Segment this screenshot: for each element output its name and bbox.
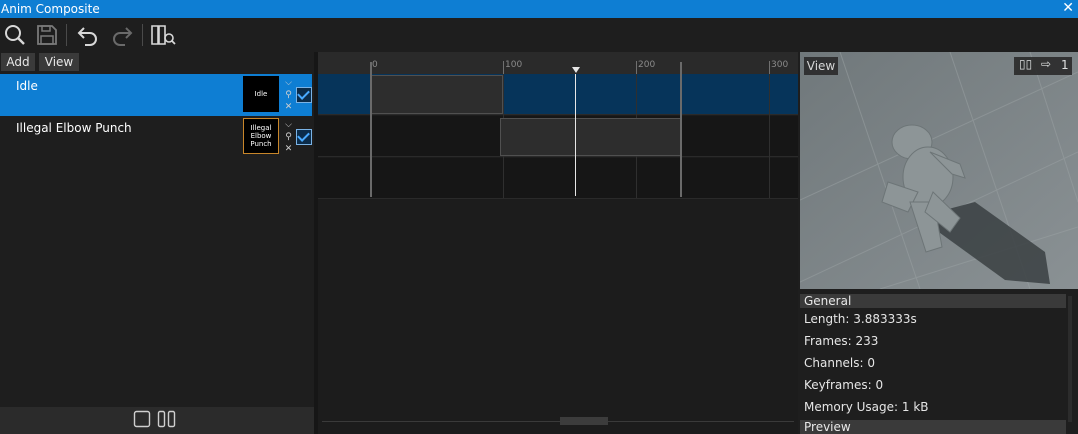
track-list-footer (0, 407, 316, 434)
track-actions: ⌵ ⚲ ✕ (283, 118, 295, 156)
undo-icon (77, 27, 97, 46)
docs-button[interactable] (150, 23, 176, 47)
window-title: Anim Composite (1, 2, 100, 16)
ruler-label: 200 (638, 60, 656, 70)
save-icon (37, 25, 57, 45)
grid-line (769, 74, 770, 198)
section-header-general[interactable]: General (800, 294, 1066, 308)
track-name: Idle (16, 79, 38, 93)
section-header-preview[interactable]: Preview (800, 420, 1066, 434)
track-enabled-checkbox[interactable] (296, 87, 312, 103)
clip-idle[interactable] (371, 75, 503, 114)
playback-speed-value[interactable]: 1 (1061, 58, 1069, 72)
add-menu-button[interactable]: Add (1, 53, 35, 71)
preview-viewport[interactable]: View ▯▯ ⇨ 1 (800, 52, 1078, 289)
close-icon[interactable]: ✕ (283, 144, 294, 154)
track-thumbnail: Illegal Elbow Punch (243, 118, 279, 154)
preview-scene (800, 52, 1078, 289)
playback-controls: ▯▯ ⇨ 1 (1014, 57, 1072, 75)
pause-icon[interactable]: ▯▯ (1019, 57, 1032, 71)
track-thumbnail: Idle (243, 76, 279, 112)
properties-scrollbar[interactable] (1068, 296, 1072, 422)
ruler-tick (503, 61, 504, 74)
timeline-lane-empty (318, 158, 798, 199)
chevron-down-icon[interactable]: ⌵ (283, 120, 294, 130)
redo-icon (113, 27, 133, 46)
track-row-illegal-elbow-punch[interactable]: Illegal Elbow Punch Illegal Elbow Punch … (0, 116, 312, 158)
search-button[interactable] (3, 23, 27, 47)
search-icon (5, 25, 25, 45)
property-length: Length: 3.883333s (804, 312, 917, 326)
track-menu: Add View (0, 52, 316, 72)
timeline[interactable]: 0 100 200 300 (318, 52, 798, 434)
property-frames: Frames: 233 (804, 334, 879, 348)
ruler-label: 100 (505, 60, 523, 70)
ruler-tick (769, 61, 770, 74)
properties-panel: General Length: 3.883333s Frames: 233 Ch… (800, 292, 1078, 434)
track-list: Idle Idle ⌵ ⚲ ✕ Illegal Elbow Punch Ille… (0, 74, 316, 407)
search-icon[interactable]: ⚲ (283, 90, 294, 100)
clip-illegal-elbow-punch[interactable] (500, 118, 682, 156)
square-icon[interactable] (133, 410, 151, 428)
split-view-icon[interactable] (157, 410, 177, 428)
track-name: Illegal Elbow Punch (16, 121, 132, 135)
thumbnail-text: Illegal Elbow Punch (250, 124, 272, 148)
title-bar: Anim Composite ✕ (0, 0, 1078, 18)
timeline-start-marker[interactable] (370, 62, 372, 197)
track-enabled-checkbox[interactable] (296, 129, 312, 145)
playhead-handle[interactable] (572, 67, 580, 73)
arrow-right-icon[interactable]: ⇨ (1041, 57, 1051, 71)
toolbar (0, 18, 1078, 52)
toolbar-separator (142, 24, 143, 46)
track-row-idle[interactable]: Idle Idle ⌵ ⚲ ✕ (0, 74, 312, 116)
ruler-label: 300 (771, 60, 789, 70)
close-icon[interactable]: ✕ (283, 102, 294, 112)
playhead-line (575, 74, 576, 196)
view-button[interactable]: View (804, 57, 838, 75)
property-memory-usage: Memory Usage: 1 kB (804, 400, 929, 414)
save-button[interactable] (35, 23, 59, 47)
book-search-icon (151, 25, 176, 45)
redo-button[interactable] (110, 23, 134, 47)
toolbar-separator (66, 24, 67, 46)
chevron-down-icon[interactable]: ⌵ (283, 78, 294, 88)
close-icon[interactable]: ✕ (1062, 0, 1074, 16)
undo-button[interactable] (76, 23, 100, 47)
property-channels: Channels: 0 (804, 356, 876, 370)
timeline-scrollbar-thumb[interactable] (560, 417, 608, 425)
ruler-tick (636, 61, 637, 74)
property-keyframes: Keyframes: 0 (804, 378, 884, 392)
timeline-scroll-track[interactable] (322, 421, 794, 422)
view-menu-button[interactable]: View (39, 53, 79, 71)
ruler-label: 0 (372, 60, 378, 70)
track-actions: ⌵ ⚲ ✕ (283, 76, 295, 114)
search-icon[interactable]: ⚲ (283, 132, 294, 142)
timeline-ruler[interactable]: 0 100 200 300 (318, 52, 798, 74)
timeline-end-marker[interactable] (680, 62, 682, 197)
